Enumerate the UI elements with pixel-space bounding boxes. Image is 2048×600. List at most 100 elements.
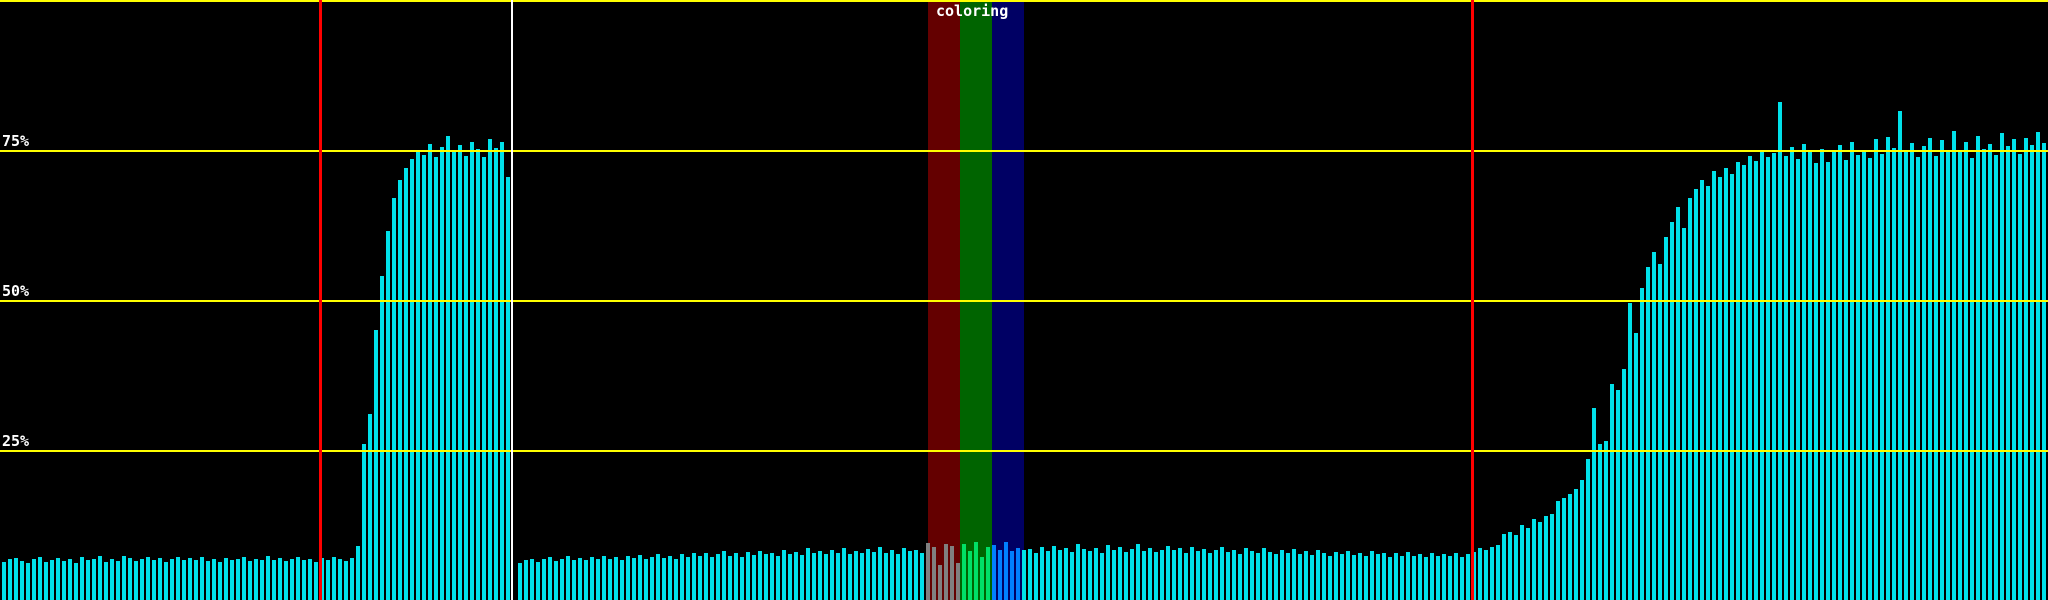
- histogram-bar: [1178, 548, 1182, 600]
- histogram-bar: [260, 560, 264, 600]
- histogram-bar: [1052, 546, 1056, 600]
- histogram-bar: [962, 544, 966, 600]
- histogram-bar: [38, 557, 42, 600]
- histogram-bar: [1610, 384, 1614, 600]
- histogram-bar: [332, 557, 336, 600]
- histogram-bar: [206, 561, 210, 600]
- histogram-bar: [224, 558, 228, 600]
- histogram-bar: [914, 550, 918, 600]
- histogram-bar: [242, 557, 246, 600]
- histogram-bar: [1478, 548, 1482, 600]
- histogram-bar: [146, 557, 150, 600]
- histogram-bar: [698, 556, 702, 600]
- histogram-bar: [710, 557, 714, 600]
- histogram-bar: [650, 557, 654, 600]
- histogram-bar: [902, 548, 906, 600]
- coloring-region-label: coloring: [936, 2, 1009, 20]
- histogram-bar: [590, 557, 594, 600]
- histogram-bar: [1250, 551, 1254, 600]
- histogram-bar: [872, 552, 876, 600]
- histogram-bar: [752, 555, 756, 600]
- histogram-bar: [1394, 553, 1398, 600]
- histogram-bar: [1928, 138, 1932, 600]
- histogram-bar: [596, 559, 600, 600]
- histogram-bar: [776, 556, 780, 600]
- histogram-bar: [758, 551, 762, 600]
- histogram-bar: [1238, 554, 1242, 600]
- histogram-bar: [602, 556, 606, 600]
- histogram-bar: [548, 557, 552, 600]
- histogram-bar: [344, 561, 348, 600]
- histogram-bar: [1034, 553, 1038, 600]
- histogram-bar: [1592, 408, 1596, 600]
- histogram-bar: [1898, 111, 1902, 600]
- histogram-bar: [122, 556, 126, 600]
- y-axis-label-50: 50%: [2, 282, 30, 300]
- histogram-bar: [1082, 549, 1086, 600]
- histogram-bar: [1700, 180, 1704, 600]
- histogram-bar: [1904, 152, 1908, 600]
- histogram-bar: [1016, 548, 1020, 600]
- histogram-bar: [530, 559, 534, 600]
- histogram-bar: [860, 553, 864, 600]
- histogram-bar: [1004, 542, 1008, 600]
- histogram-bar: [80, 557, 84, 600]
- histogram-bar: [500, 142, 504, 600]
- histogram-bar: [1292, 549, 1296, 600]
- histogram-bar: [1214, 550, 1218, 600]
- histogram-bar: [578, 558, 582, 600]
- gridline-100: [0, 0, 2048, 2]
- y-axis-label-75: 75%: [2, 132, 30, 150]
- histogram-bar: [362, 444, 366, 600]
- histogram-bar: [1712, 171, 1716, 600]
- histogram-bar: [1442, 554, 1446, 600]
- histogram-bar: [1808, 151, 1812, 600]
- histogram-bar: [506, 177, 510, 600]
- histogram-bar: [1388, 557, 1392, 600]
- histogram-bar: [1448, 556, 1452, 600]
- histogram-bar: [170, 559, 174, 600]
- histogram-bar: [980, 557, 984, 600]
- histogram-bar: [230, 560, 234, 600]
- histogram-bar: [200, 557, 204, 600]
- histogram-bar: [1964, 142, 1968, 600]
- histogram-bar: [2000, 133, 2004, 600]
- histogram-bar: [308, 559, 312, 600]
- histogram-bar: [1190, 547, 1194, 600]
- histogram-bar: [1532, 519, 1536, 600]
- histogram-bar: [572, 560, 576, 600]
- histogram-bar: [1262, 548, 1266, 600]
- histogram-bar: [1868, 158, 1872, 600]
- histogram-bar: [290, 559, 294, 600]
- histogram-bar: [1760, 150, 1764, 600]
- histogram-bar: [1814, 163, 1818, 600]
- histogram-bar: [470, 142, 474, 600]
- histogram-bar: [2, 562, 6, 600]
- histogram-bar: [1046, 551, 1050, 600]
- histogram-bar: [380, 276, 384, 600]
- histogram-bar: [1304, 551, 1308, 600]
- histogram-bar: [890, 550, 894, 600]
- histogram-bar: [614, 557, 618, 600]
- histogram-bar: [896, 554, 900, 600]
- histogram-bar: [818, 551, 822, 600]
- histogram-bar: [716, 554, 720, 600]
- histogram-bar: [1376, 554, 1380, 600]
- histogram-bar: [446, 136, 450, 600]
- histogram-bar: [566, 556, 570, 600]
- histogram-bar: [1508, 532, 1512, 600]
- histogram-bar: [302, 560, 306, 600]
- gridline-50: [0, 300, 2048, 302]
- histogram-bar: [1526, 528, 1530, 600]
- histogram-bar: [1100, 553, 1104, 600]
- histogram-bar: [1892, 148, 1896, 600]
- histogram-bar: [1574, 489, 1578, 600]
- histogram-bar: [152, 560, 156, 600]
- histogram-bar: [458, 145, 462, 600]
- histogram-bar: [1160, 550, 1164, 600]
- histogram-bar: [1418, 554, 1422, 600]
- histogram-bar: [1706, 186, 1710, 600]
- histogram-bar: [680, 554, 684, 600]
- histogram-bar: [428, 144, 432, 600]
- histogram-bar: [1544, 516, 1548, 600]
